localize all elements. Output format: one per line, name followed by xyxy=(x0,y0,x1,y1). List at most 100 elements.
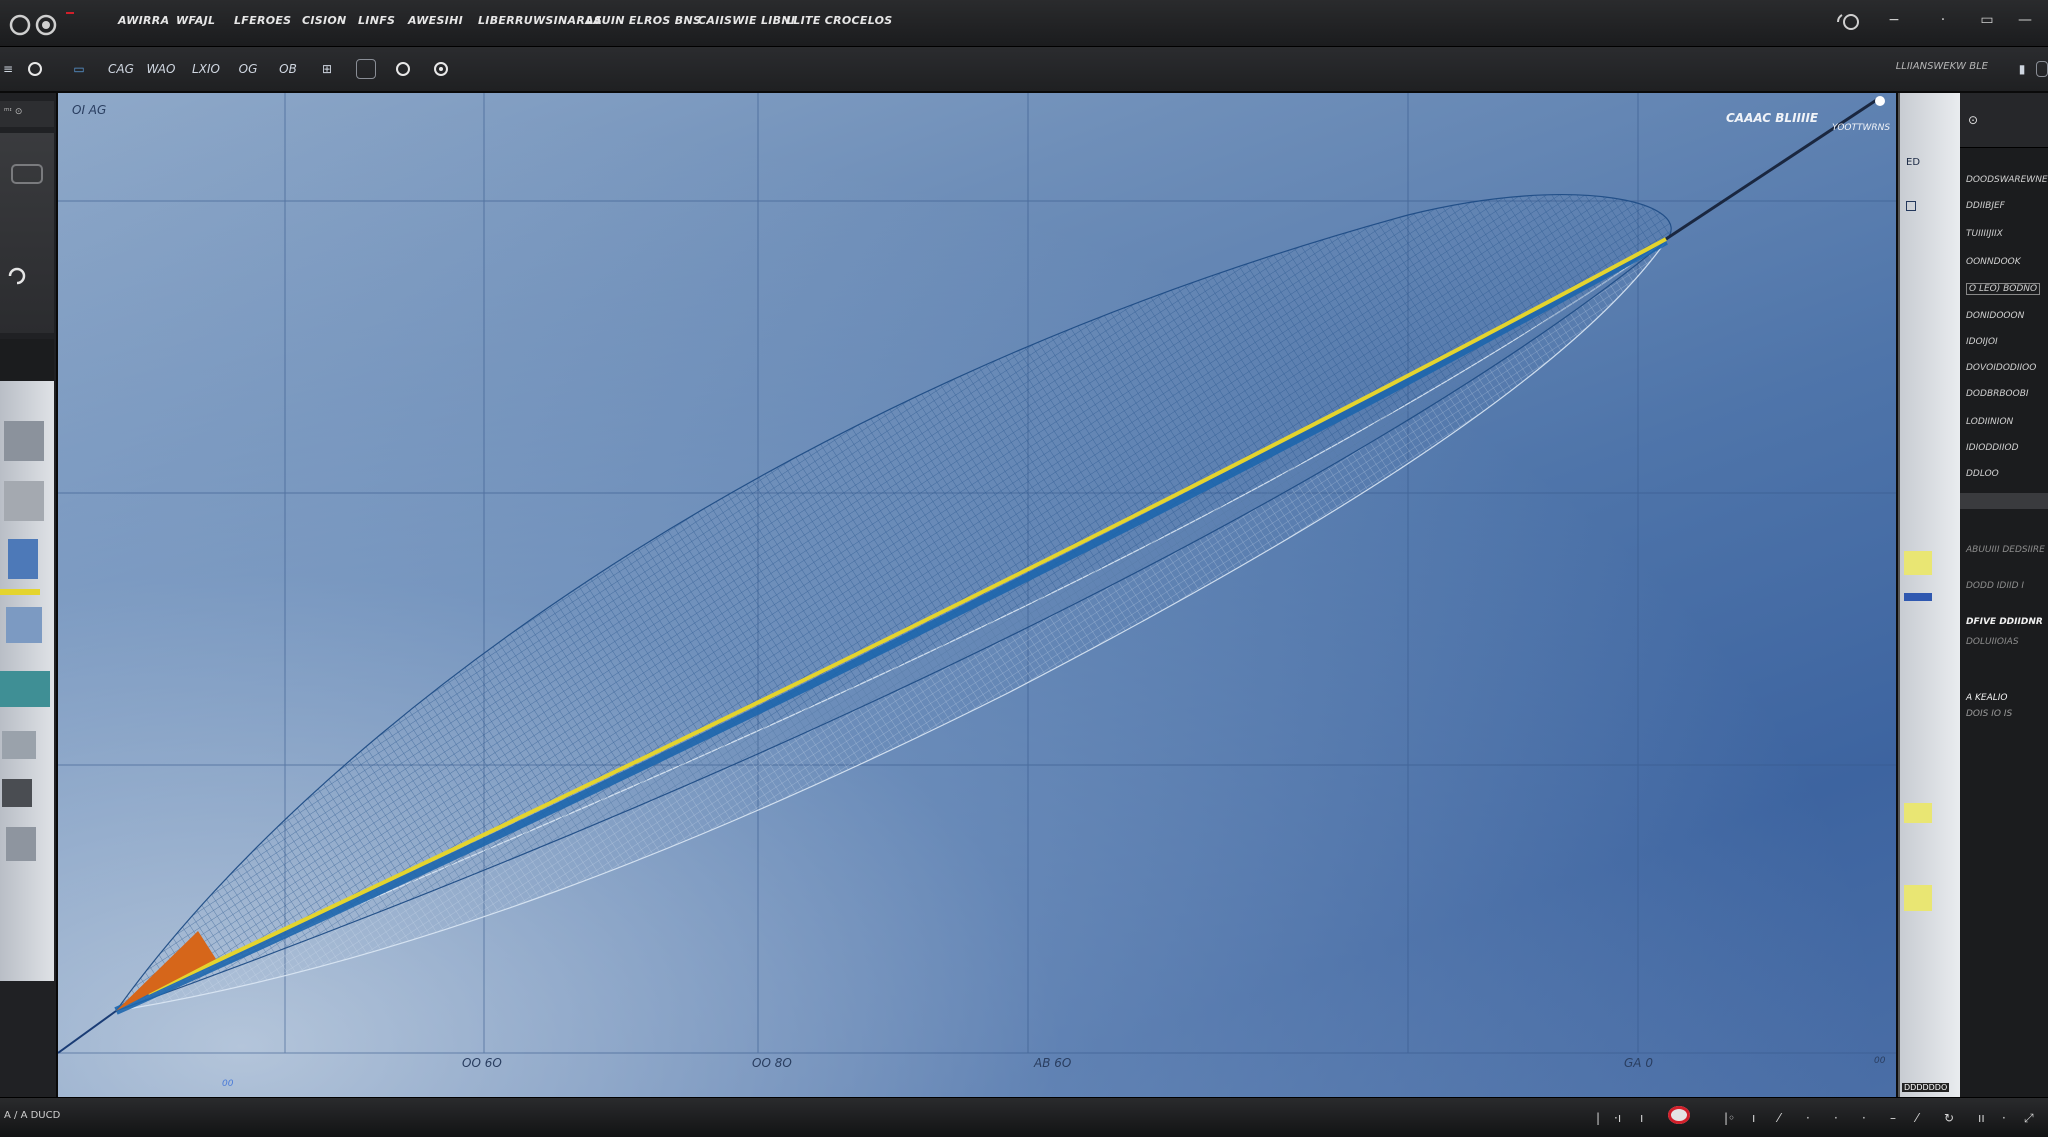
maximize-button[interactable]: ▭ xyxy=(1972,12,2002,32)
panel-toggle-icon[interactable]: ▮ xyxy=(2016,59,2028,79)
frame-back-icon[interactable]: ◦ xyxy=(1728,1111,1735,1125)
property-5[interactable]: O LEO) BODNO xyxy=(1966,283,2041,295)
key-icon-7[interactable]: ⁄ xyxy=(1916,1111,1918,1125)
camera-icon[interactable] xyxy=(8,159,48,189)
properties-settings-icon[interactable]: ⊙ xyxy=(1968,113,1978,127)
tool-wao[interactable]: WAO xyxy=(146,59,176,79)
menu-item-6[interactable]: AWESIHI xyxy=(408,14,463,27)
axis-tick-4: GA 0 xyxy=(1624,1056,1653,1070)
property-2[interactable]: DDIIBJEF xyxy=(1966,201,2005,211)
viewport-corner-label: OI AG xyxy=(72,103,107,117)
navigation-widget[interactable] xyxy=(0,133,54,333)
select-tool-icon[interactable] xyxy=(356,59,376,79)
key-icon-6[interactable]: – xyxy=(1890,1111,1896,1125)
outliner-item-icon-1[interactable] xyxy=(1906,201,1916,211)
property-3[interactable]: TUIIIIJIIX xyxy=(1966,229,2003,239)
fullscreen-icon[interactable]: ⤢ xyxy=(2024,1111,2034,1126)
snap-tool-icon[interactable] xyxy=(434,62,448,76)
outliner-highlight-2[interactable] xyxy=(1904,593,1932,601)
record-button[interactable] xyxy=(1668,1106,1690,1124)
property-12[interactable]: DDLOO xyxy=(1966,469,1999,479)
thumbnail-6[interactable] xyxy=(2,731,36,759)
menu-item-4[interactable]: CISION xyxy=(302,14,347,27)
menu-item-5[interactable]: LINFS xyxy=(358,14,395,27)
search-icon[interactable] xyxy=(1834,10,1864,34)
viewport-scene[interactable] xyxy=(58,93,1896,1097)
layer-thumbnails[interactable] xyxy=(0,381,54,981)
options-button[interactable]: · xyxy=(1928,12,1958,32)
close-button[interactable]: — xyxy=(2010,12,2040,32)
viewport-top-right-sub: YOOTTWRNS xyxy=(1832,123,1891,133)
property-10[interactable]: LODIINION xyxy=(1966,417,2013,427)
thumbnail-1[interactable] xyxy=(4,421,44,461)
audio-icon[interactable]: ıı xyxy=(1978,1111,1985,1125)
key-icon-2[interactable]: ⁄ xyxy=(1778,1111,1780,1125)
property-section-divider xyxy=(1960,493,2048,509)
key-icon-1[interactable]: ı xyxy=(1752,1111,1755,1125)
property-4[interactable]: OONNDOOK xyxy=(1966,257,2021,267)
pivot-handle-icon xyxy=(1875,96,1885,106)
rotate-icon[interactable] xyxy=(4,263,30,289)
outliner-header: ED xyxy=(1906,157,1921,168)
status-divider-icon: | xyxy=(1596,1111,1601,1125)
menu-item-10[interactable]: LLITE CROCELOS xyxy=(786,14,893,27)
app-logo-icon[interactable] xyxy=(6,8,76,38)
grid-tool-icon[interactable]: ⊞ xyxy=(316,59,338,79)
property-1[interactable]: DOODSWAREWNE xyxy=(1966,175,2048,185)
section-b-item-2[interactable]: DOIS IO IS xyxy=(1966,709,2012,719)
property-15[interactable]: DOLUIIOIAS xyxy=(1966,637,2019,647)
loop-icon[interactable]: ↻ xyxy=(1944,1111,1954,1125)
menu-item-9[interactable]: CAIISWIE LIBNI xyxy=(698,14,795,27)
outliner-highlight-4[interactable] xyxy=(1904,885,1932,911)
tool-og[interactable]: OG xyxy=(236,59,260,79)
property-6[interactable]: DONIDOOON xyxy=(1966,311,2024,321)
properties-panel: ⊙ DOODSWAREWNE DDIIBJEF TUIIIIJIIX OONND… xyxy=(1960,93,2048,1097)
3d-viewport[interactable]: OI AG CAAAC BLIIIIE YOOTTWRNS OO 6O OO 8… xyxy=(58,93,1896,1097)
outliner-highlight-1[interactable] xyxy=(1904,551,1932,575)
thumbnail-5[interactable] xyxy=(0,671,50,707)
toolbar-grip-icon: ≡ xyxy=(2,62,14,76)
thumbnail-4[interactable] xyxy=(6,607,42,643)
thumbnail-2[interactable] xyxy=(4,481,44,521)
property-13[interactable]: ABUUIII DEDSIIRE xyxy=(1966,545,2045,555)
property-11[interactable]: IDIODDIIOD xyxy=(1966,443,2019,453)
menu-item-7[interactable]: LIBERRUWSINARAS xyxy=(478,14,602,27)
property-8[interactable]: DOVOIDODIIOO xyxy=(1966,363,2036,373)
tool-lxio[interactable]: LXIO xyxy=(190,59,222,79)
thumbnail-8[interactable] xyxy=(6,827,36,861)
menu-item-8[interactable]: LAUIN ELROS BNS xyxy=(586,14,701,27)
thumbnail-7[interactable] xyxy=(2,779,32,807)
outliner-highlight-3[interactable] xyxy=(1904,803,1932,823)
outliner-footer: DDDDDDO xyxy=(1902,1083,1950,1092)
menu-item-1[interactable]: AWIRRA xyxy=(118,14,169,27)
viewport-bottom-right-tag: 00 xyxy=(1874,1056,1886,1066)
measure-tool-icon[interactable]: ▭ xyxy=(66,59,92,79)
section-b-item-1[interactable]: A KEALIO xyxy=(1966,693,2008,703)
orbit-tool-icon[interactable] xyxy=(396,62,410,76)
tool-cag[interactable]: CAG xyxy=(106,59,136,79)
properties-header: ⊙ xyxy=(1960,93,2048,148)
menu-item-3[interactable]: LFEROES xyxy=(234,14,291,27)
property-14[interactable]: DODD IDIID I xyxy=(1966,581,2024,591)
section-b-title[interactable]: DFIVE DDIIDNR xyxy=(1966,617,2043,627)
menu-item-2[interactable]: WFAJL xyxy=(176,14,215,27)
settings-icon[interactable]: · xyxy=(2002,1111,2006,1125)
minimize-button[interactable]: − xyxy=(1884,12,1904,32)
menu-bar: AWIRRA WFAJL LFEROES CISION LINFS AWESIH… xyxy=(0,0,2048,47)
property-7[interactable]: IDOIJOI xyxy=(1966,337,1998,347)
key-icon-5[interactable]: · xyxy=(1862,1111,1866,1125)
property-9[interactable]: DODBRBOOBI xyxy=(1966,389,2029,399)
dock-icon[interactable] xyxy=(2036,61,2048,77)
mesh-surface-upper xyxy=(114,194,1672,1013)
viewport-small-tag: 00 xyxy=(222,1079,234,1089)
thumbnail-3[interactable] xyxy=(8,539,38,579)
snap-toggle-icon[interactable]: ⋅ı xyxy=(1614,1111,1621,1125)
left-toolbox: ᵐᶦ ⊙ xyxy=(0,93,58,1097)
tool-ob[interactable]: OB xyxy=(276,59,300,79)
status-bar: A / A DUCD | ⋅ı ı | ◦ ı ⁄ · · · – ⁄ ↻ ıı… xyxy=(0,1097,2048,1137)
key-icon-4[interactable]: · xyxy=(1834,1111,1838,1125)
point-tool-icon[interactable] xyxy=(28,62,42,76)
toolbox-header-icon: ᵐᶦ ⊙ xyxy=(4,107,23,117)
key-icon-3[interactable]: · xyxy=(1806,1111,1810,1125)
info-icon[interactable]: ı xyxy=(1640,1111,1643,1125)
